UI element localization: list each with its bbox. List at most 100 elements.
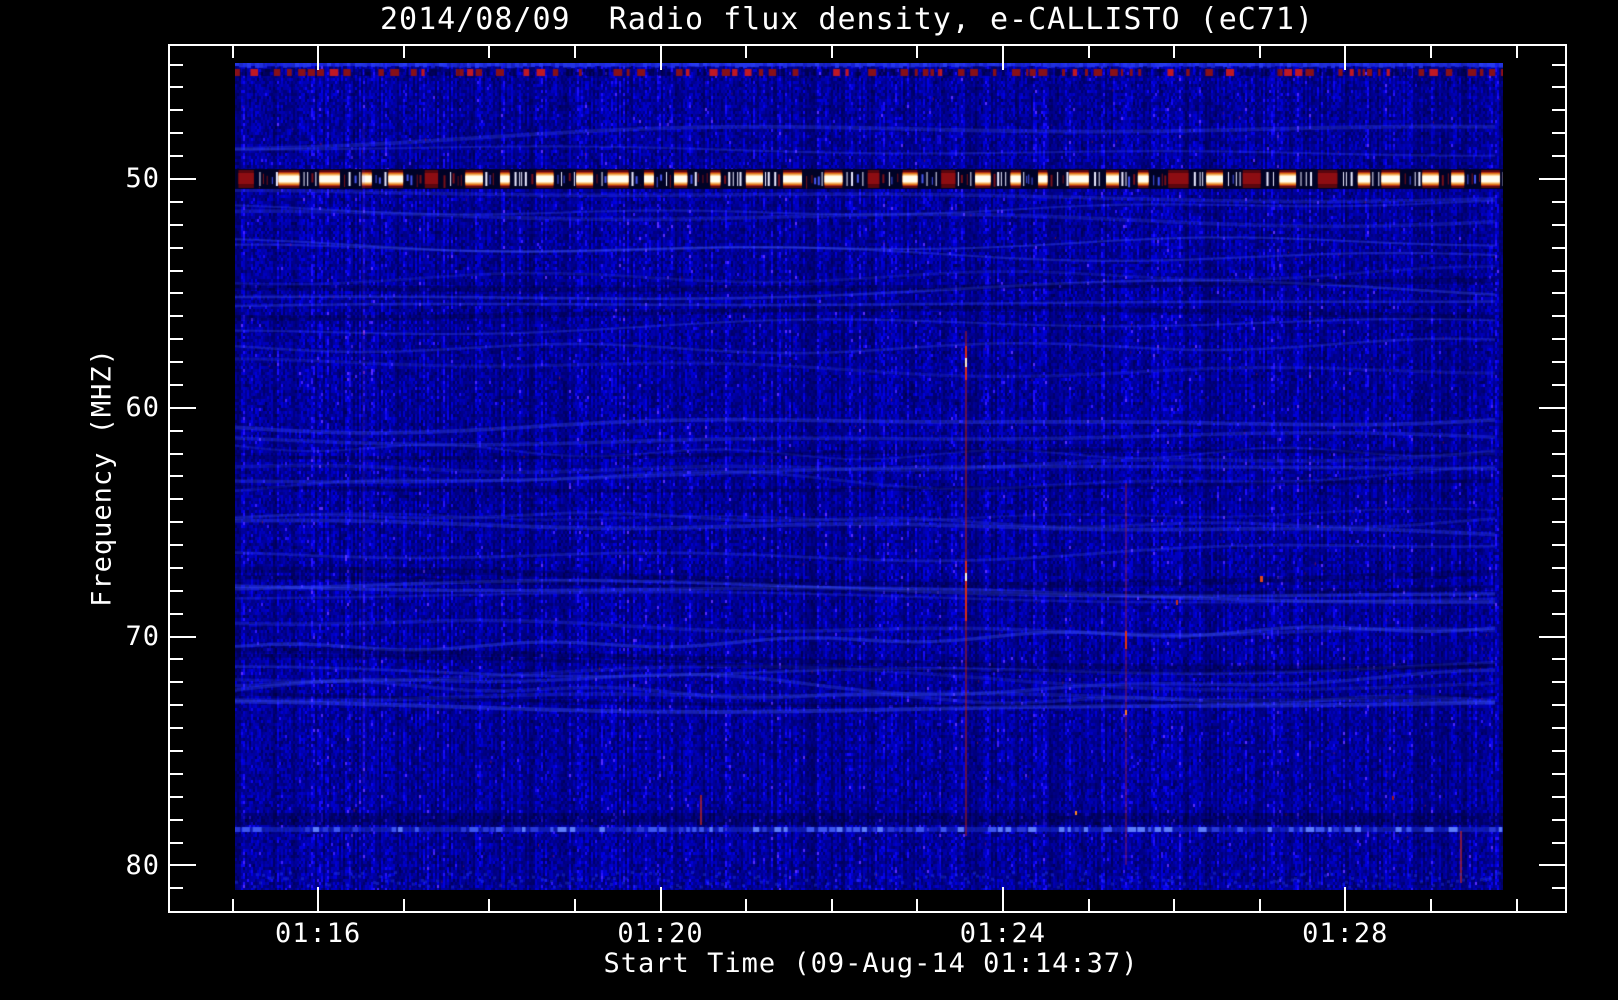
x-tick-minor xyxy=(830,899,833,911)
y-tick-major xyxy=(1539,635,1565,638)
y-tick-major xyxy=(170,864,196,867)
x-tick-minor xyxy=(573,899,576,911)
y-tick-major xyxy=(1539,864,1565,867)
y-tick-minor xyxy=(170,818,183,821)
y-tick-minor xyxy=(1552,818,1565,821)
y-tick-minor xyxy=(1552,155,1565,158)
x-axis-title: Start Time (09-Aug-14 01:14:37) xyxy=(603,948,1139,979)
y-tick-minor xyxy=(170,361,183,364)
x-tick-minor xyxy=(1087,46,1090,58)
y-tick-minor xyxy=(1552,383,1565,386)
y-tick-minor xyxy=(1552,292,1565,295)
y-tick-minor xyxy=(1552,841,1565,844)
y-tick-minor xyxy=(170,292,183,295)
y-tick-minor xyxy=(1552,681,1565,684)
x-tick-minor xyxy=(573,46,576,58)
y-tick-minor xyxy=(1552,498,1565,501)
x-tick-minor xyxy=(488,899,491,911)
x-tick-minor xyxy=(1087,899,1090,911)
x-tick-minor xyxy=(830,46,833,58)
y-tick-minor xyxy=(1552,795,1565,798)
y-tick-minor xyxy=(1552,544,1565,547)
x-tick-minor xyxy=(1429,46,1432,58)
x-tick-major xyxy=(659,46,662,70)
plot-frame xyxy=(168,44,1567,913)
x-tick-minor xyxy=(745,46,748,58)
x-tick-major xyxy=(659,887,662,911)
x-tick-minor xyxy=(231,46,234,58)
y-tick-minor xyxy=(1552,612,1565,615)
y-tick-minor xyxy=(170,727,183,730)
y-tick-minor xyxy=(1552,727,1565,730)
y-tick-minor xyxy=(170,109,183,112)
y-tick-minor xyxy=(170,612,183,615)
y-tick-minor xyxy=(1552,338,1565,341)
y-tick-minor xyxy=(170,589,183,592)
chart-title: 2014/08/09 Radio flux density, e-CALLIST… xyxy=(379,2,1314,37)
y-tick-minor xyxy=(1552,452,1565,455)
y-tick-minor xyxy=(170,544,183,547)
x-tick-minor xyxy=(1258,899,1261,911)
y-tick-minor xyxy=(1552,223,1565,226)
y-tick-minor xyxy=(1552,772,1565,775)
x-tick-major xyxy=(317,887,320,911)
y-tick-minor xyxy=(170,383,183,386)
y-tick-major xyxy=(170,635,196,638)
y-tick-minor xyxy=(170,521,183,524)
y-tick-minor xyxy=(1552,246,1565,249)
x-tick-minor xyxy=(1429,899,1432,911)
x-tick-major xyxy=(317,46,320,70)
x-tick-minor xyxy=(916,899,919,911)
y-tick-minor xyxy=(1552,63,1565,66)
x-tick-minor xyxy=(916,46,919,58)
y-tick-minor xyxy=(170,452,183,455)
x-tick-label: 01:16 xyxy=(274,918,362,949)
x-tick-minor xyxy=(1515,46,1518,58)
y-tick-minor xyxy=(170,566,183,569)
y-tick-minor xyxy=(170,795,183,798)
y-tick-minor xyxy=(1552,429,1565,432)
y-tick-minor xyxy=(170,269,183,272)
y-axis-title: Frequency (MHZ) xyxy=(86,348,118,607)
y-tick-minor xyxy=(170,498,183,501)
y-tick-minor xyxy=(1552,132,1565,135)
y-tick-minor xyxy=(170,132,183,135)
y-tick-minor xyxy=(170,155,183,158)
x-tick-label: 01:28 xyxy=(1302,918,1389,949)
y-tick-label: 80 xyxy=(125,849,160,881)
y-tick-minor xyxy=(170,246,183,249)
y-tick-minor xyxy=(170,86,183,89)
y-tick-minor xyxy=(170,63,183,66)
x-tick-major xyxy=(1344,46,1347,70)
spectrogram-figure: 2014/08/09 Radio flux density, e-CALLIST… xyxy=(0,0,1618,1000)
y-tick-minor xyxy=(170,887,183,890)
y-tick-minor xyxy=(1552,475,1565,478)
y-tick-minor xyxy=(1552,86,1565,89)
x-tick-label: 01:24 xyxy=(959,918,1047,949)
x-tick-minor xyxy=(1173,46,1176,58)
y-tick-minor xyxy=(170,841,183,844)
y-tick-minor xyxy=(1552,658,1565,661)
y-tick-minor xyxy=(1552,589,1565,592)
y-tick-minor xyxy=(170,223,183,226)
y-tick-major xyxy=(170,406,196,409)
y-tick-minor xyxy=(170,681,183,684)
y-tick-minor xyxy=(1552,109,1565,112)
y-tick-minor xyxy=(170,338,183,341)
y-tick-minor xyxy=(170,315,183,318)
x-tick-minor xyxy=(488,46,491,58)
y-tick-minor xyxy=(1552,704,1565,707)
y-tick-minor xyxy=(170,772,183,775)
y-tick-minor xyxy=(1552,521,1565,524)
x-tick-minor xyxy=(402,46,405,58)
y-tick-minor xyxy=(1552,566,1565,569)
y-tick-minor xyxy=(170,429,183,432)
y-tick-label: 50 xyxy=(125,163,160,194)
y-tick-major xyxy=(1539,406,1565,409)
x-tick-major xyxy=(1344,887,1347,911)
x-tick-minor xyxy=(1173,899,1176,911)
x-tick-minor xyxy=(231,899,234,911)
y-tick-minor xyxy=(170,658,183,661)
y-tick-minor xyxy=(170,704,183,707)
y-tick-minor xyxy=(170,750,183,752)
